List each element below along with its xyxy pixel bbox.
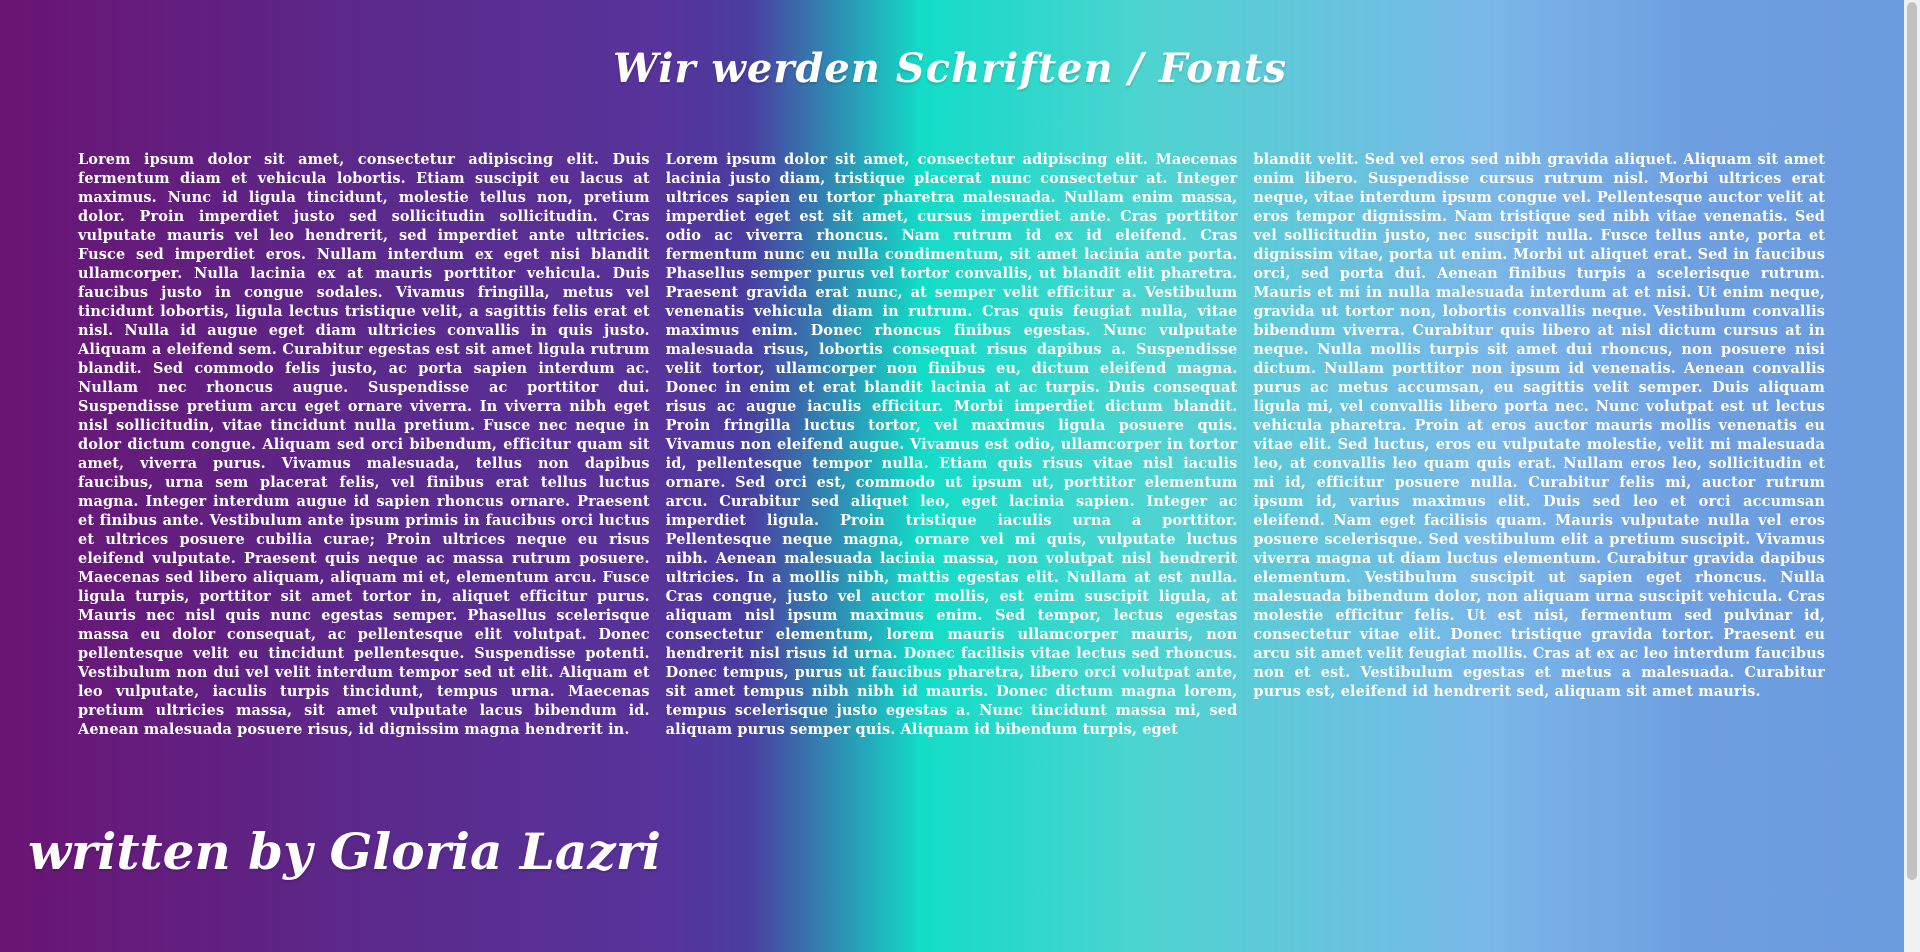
page-title: Wir werden Schriften / Fonts <box>612 44 1288 92</box>
text-column-1: Lorem ipsum dolor sit amet, consectetur … <box>78 151 650 738</box>
text-column-3: blandit velit. Sed vel eros sed nibh gra… <box>1253 151 1826 700</box>
text-columns: Lorem ipsum dolor sit amet, consectetur … <box>78 150 1825 739</box>
scrollbar-thumb[interactable] <box>1907 2 1917 880</box>
text-column-2: Lorem ipsum dolor sit amet, consectetur … <box>665 151 1238 738</box>
author-signature: written by Gloria Lazri <box>28 822 662 881</box>
vertical-scrollbar[interactable] <box>1904 0 1920 952</box>
